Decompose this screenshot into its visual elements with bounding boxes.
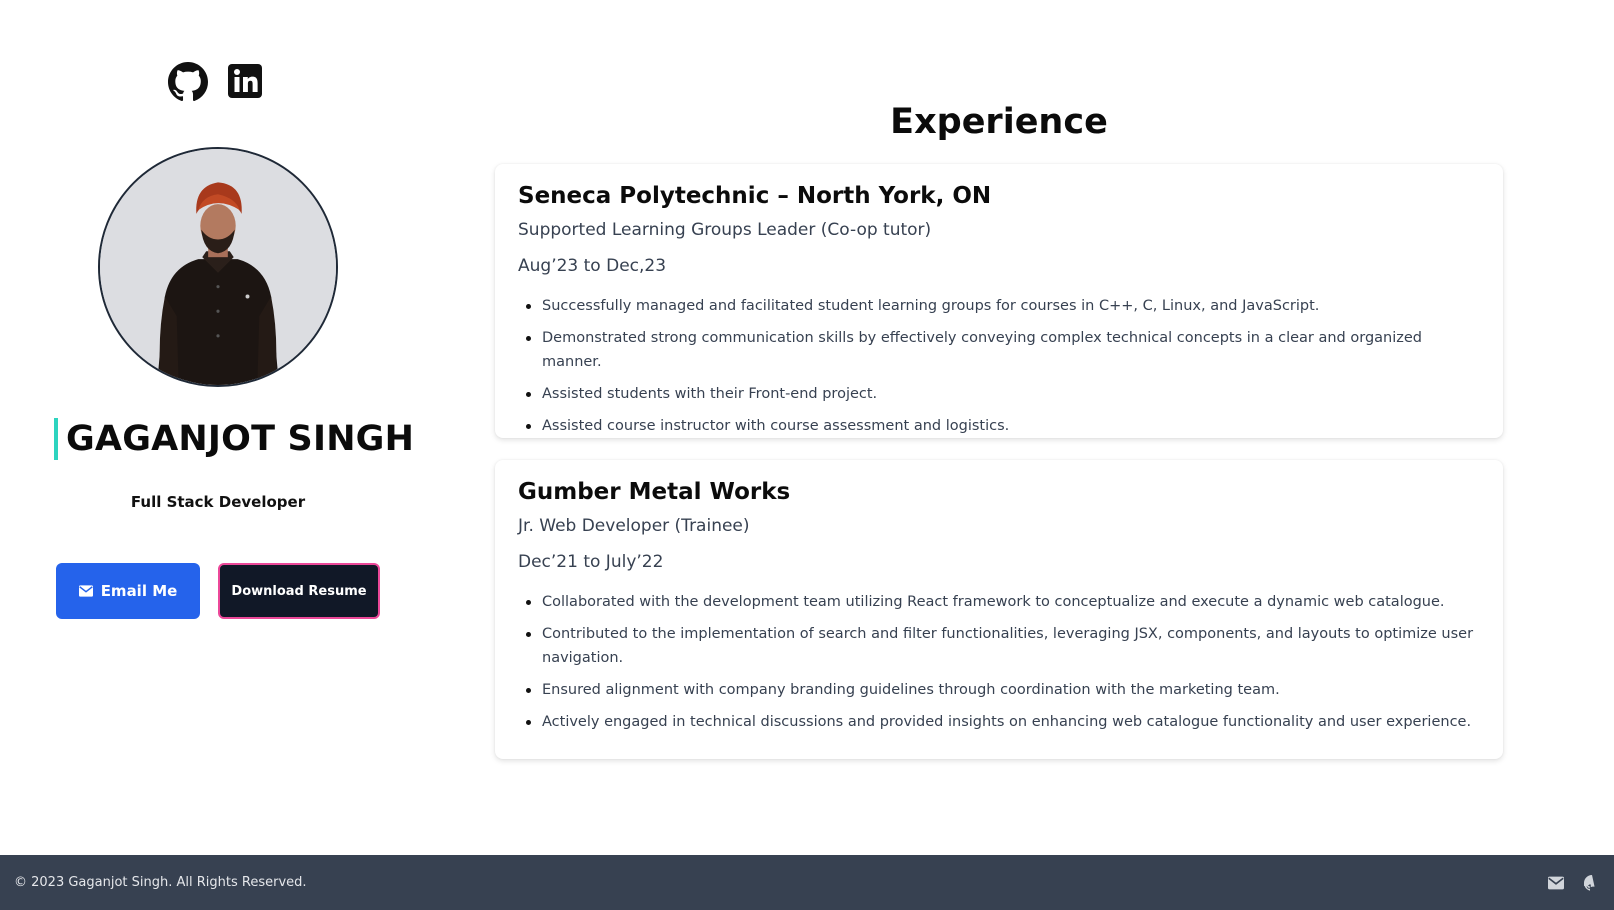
footer-mail-link[interactable] (1548, 875, 1564, 891)
duty-item: Actively engaged in technical discussion… (518, 710, 1480, 734)
footer-links (1548, 874, 1600, 891)
profile-name: GAGANJOT SINGH (66, 419, 415, 459)
job-dates: Aug’23 to Dec,23 (518, 256, 667, 276)
github-link[interactable] (168, 62, 208, 102)
mail-icon (78, 585, 93, 597)
name-block: GAGANJOT SINGH (54, 418, 414, 460)
profile-sidebar: GAGANJOT SINGH Full Stack Developer Emai… (0, 0, 436, 855)
job-dates: Dec’21 to July’22 (518, 552, 664, 572)
company-name: Gumber Metal Works (518, 479, 791, 505)
social-links (168, 62, 266, 102)
duty-item: Demonstrated strong communication skills… (518, 326, 1480, 374)
duty-item: Collaborated with the development team u… (518, 590, 1480, 614)
linkedin-icon (228, 64, 262, 98)
experience-card: Seneca Polytechnic – North York, ON Supp… (495, 164, 1503, 438)
profile-photo (98, 147, 338, 387)
download-resume-button[interactable]: Download Resume (218, 563, 380, 619)
company-name: Seneca Polytechnic – North York, ON (518, 183, 992, 209)
duty-item: Successfully managed and facilitated stu… (518, 294, 1480, 318)
linkedin-link[interactable] (226, 62, 266, 102)
duty-list: Successfully managed and facilitated stu… (518, 294, 1480, 438)
github-icon (168, 62, 208, 102)
job-position: Jr. Web Developer (Trainee) (518, 516, 750, 536)
footer-github-link[interactable] (1584, 874, 1600, 891)
duty-item: Assisted course instructor with course a… (518, 414, 1480, 438)
experience-card: Gumber Metal Works Jr. Web Developer (Tr… (495, 460, 1503, 759)
copyright-text: © 2023 Gaganjot Singh. All Rights Reserv… (14, 875, 307, 890)
job-position: Supported Learning Groups Leader (Co-op … (518, 220, 932, 240)
page-footer: © 2023 Gaganjot Singh. All Rights Reserv… (0, 855, 1614, 910)
accent-bar (54, 418, 58, 460)
email-button-label: Email Me (100, 582, 178, 600)
github-icon (1584, 874, 1595, 891)
mail-icon (1548, 876, 1564, 889)
email-me-button[interactable]: Email Me (56, 563, 200, 619)
person-photo (100, 149, 336, 385)
duty-item: Contributed to the implementation of sea… (518, 622, 1480, 670)
resume-button-label: Download Resume (231, 583, 367, 599)
duty-item: Ensured alignment with company branding … (518, 678, 1480, 702)
duty-list: Collaborated with the development team u… (518, 590, 1480, 734)
section-title: Experience (890, 102, 1108, 142)
profile-role: Full Stack Developer (130, 493, 306, 511)
duty-item: Assisted students with their Front-end p… (518, 382, 1480, 406)
